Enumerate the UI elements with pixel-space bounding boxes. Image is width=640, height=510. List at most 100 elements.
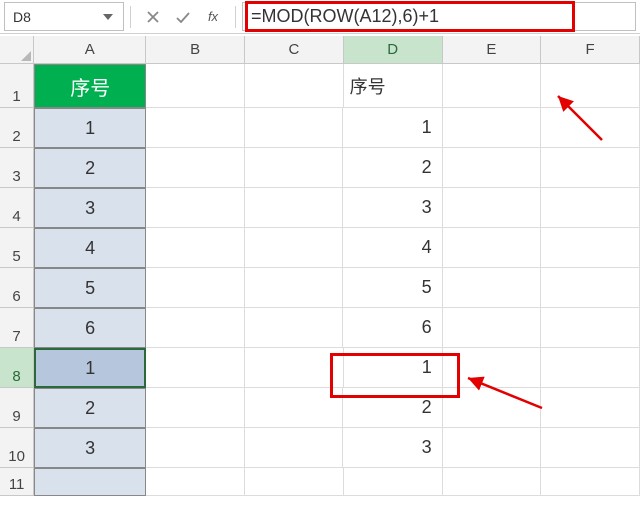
cell[interactable] — [541, 388, 640, 428]
cell[interactable] — [443, 308, 542, 348]
cell[interactable] — [443, 428, 542, 468]
cell-a9[interactable]: 2 — [34, 388, 146, 428]
cell-d4[interactable]: 3 — [343, 188, 442, 228]
cell[interactable] — [146, 348, 245, 388]
col-header-c[interactable]: C — [245, 36, 344, 64]
row-header[interactable]: 2 — [0, 108, 34, 148]
cell[interactable] — [344, 468, 443, 496]
cell-a10[interactable]: 3 — [34, 428, 146, 468]
cell[interactable] — [541, 108, 640, 148]
cell[interactable] — [541, 148, 640, 188]
cell[interactable] — [443, 348, 542, 388]
col-header-a[interactable]: A — [34, 36, 146, 64]
cell[interactable] — [245, 428, 344, 468]
col-header-f[interactable]: F — [541, 36, 640, 64]
row-header[interactable]: 9 — [0, 388, 34, 428]
cell[interactable] — [146, 148, 245, 188]
cell-d5[interactable]: 4 — [343, 228, 442, 268]
cell-e1[interactable] — [443, 64, 542, 108]
row: 5 4 4 — [0, 228, 640, 268]
formula-text: =MOD(ROW(A12),6)+1 — [251, 6, 439, 27]
row-header[interactable]: 4 — [0, 188, 34, 228]
cell-a3[interactable]: 2 — [34, 148, 146, 188]
cell[interactable] — [245, 148, 344, 188]
cell[interactable] — [443, 228, 542, 268]
cancel-icon[interactable] — [141, 5, 165, 29]
col-header-d[interactable]: D — [344, 36, 443, 64]
row-header[interactable]: 8 — [0, 348, 34, 388]
cell-c1[interactable] — [245, 64, 344, 108]
cell-a6[interactable]: 5 — [34, 268, 146, 308]
col-header-b[interactable]: B — [146, 36, 245, 64]
cell[interactable] — [443, 268, 542, 308]
cell[interactable] — [146, 308, 245, 348]
fx-icon[interactable]: fx — [201, 5, 225, 29]
cell-a11[interactable] — [34, 468, 146, 496]
row-header[interactable]: 1 — [0, 64, 34, 108]
cell-a5[interactable]: 4 — [34, 228, 146, 268]
cell[interactable] — [245, 468, 344, 496]
cell-a7[interactable]: 6 — [34, 308, 146, 348]
row: 4 3 3 — [0, 188, 640, 228]
cell-f1[interactable] — [541, 64, 640, 108]
cell[interactable] — [541, 468, 640, 496]
cell-a4[interactable]: 3 — [34, 188, 146, 228]
name-box-dropdown-icon[interactable] — [101, 14, 115, 20]
cell[interactable] — [146, 468, 245, 496]
cell-a1[interactable]: 序号 — [34, 64, 146, 108]
cell[interactable] — [245, 348, 344, 388]
row: 10 3 3 — [0, 428, 640, 468]
cell[interactable] — [146, 268, 245, 308]
cell[interactable] — [245, 268, 344, 308]
cell-d2[interactable]: 1 — [343, 108, 442, 148]
cell[interactable] — [443, 148, 542, 188]
cell-b1[interactable] — [146, 64, 245, 108]
cell[interactable] — [245, 188, 344, 228]
col-header-e[interactable]: E — [443, 36, 542, 64]
cell[interactable] — [245, 308, 344, 348]
row: 1 序号 序号 — [0, 64, 640, 108]
cell[interactable] — [245, 228, 344, 268]
cell[interactable] — [443, 188, 542, 228]
cell[interactable] — [146, 108, 245, 148]
formula-controls: fx — [137, 2, 229, 31]
cell[interactable] — [245, 388, 344, 428]
row-header[interactable]: 10 — [0, 428, 34, 468]
select-all-corner[interactable] — [0, 36, 34, 64]
formula-input[interactable]: =MOD(ROW(A12),6)+1 — [242, 2, 636, 31]
cell[interactable] — [146, 188, 245, 228]
cell[interactable] — [541, 228, 640, 268]
cell-d8[interactable]: 1 — [344, 348, 443, 388]
cell[interactable] — [245, 108, 344, 148]
cell[interactable] — [443, 468, 542, 496]
row: 9 2 2 — [0, 388, 640, 428]
cell[interactable] — [443, 388, 542, 428]
cell[interactable] — [541, 428, 640, 468]
cell[interactable] — [443, 108, 542, 148]
row: 8 1 1 — [0, 348, 640, 388]
cell[interactable] — [146, 388, 245, 428]
cell-d9[interactable]: 2 — [343, 388, 442, 428]
cell-d7[interactable]: 6 — [343, 308, 442, 348]
cell[interactable] — [541, 348, 640, 388]
cell[interactable] — [541, 268, 640, 308]
name-box[interactable]: D8 — [4, 2, 124, 31]
cell-d10[interactable]: 3 — [343, 428, 442, 468]
row: 7 6 6 — [0, 308, 640, 348]
row-header[interactable]: 6 — [0, 268, 34, 308]
cell-d1[interactable]: 序号 — [344, 64, 443, 108]
enter-icon[interactable] — [171, 5, 195, 29]
row: 3 2 2 — [0, 148, 640, 188]
cell[interactable] — [146, 228, 245, 268]
cell-d6[interactable]: 5 — [343, 268, 442, 308]
row-header[interactable]: 11 — [0, 468, 34, 496]
cell-d3[interactable]: 2 — [343, 148, 442, 188]
cell[interactable] — [541, 308, 640, 348]
cell-a8[interactable]: 1 — [34, 348, 146, 388]
row-header[interactable]: 5 — [0, 228, 34, 268]
row-header[interactable]: 7 — [0, 308, 34, 348]
cell[interactable] — [541, 188, 640, 228]
cell[interactable] — [146, 428, 245, 468]
row-header[interactable]: 3 — [0, 148, 34, 188]
cell-a2[interactable]: 1 — [34, 108, 146, 148]
